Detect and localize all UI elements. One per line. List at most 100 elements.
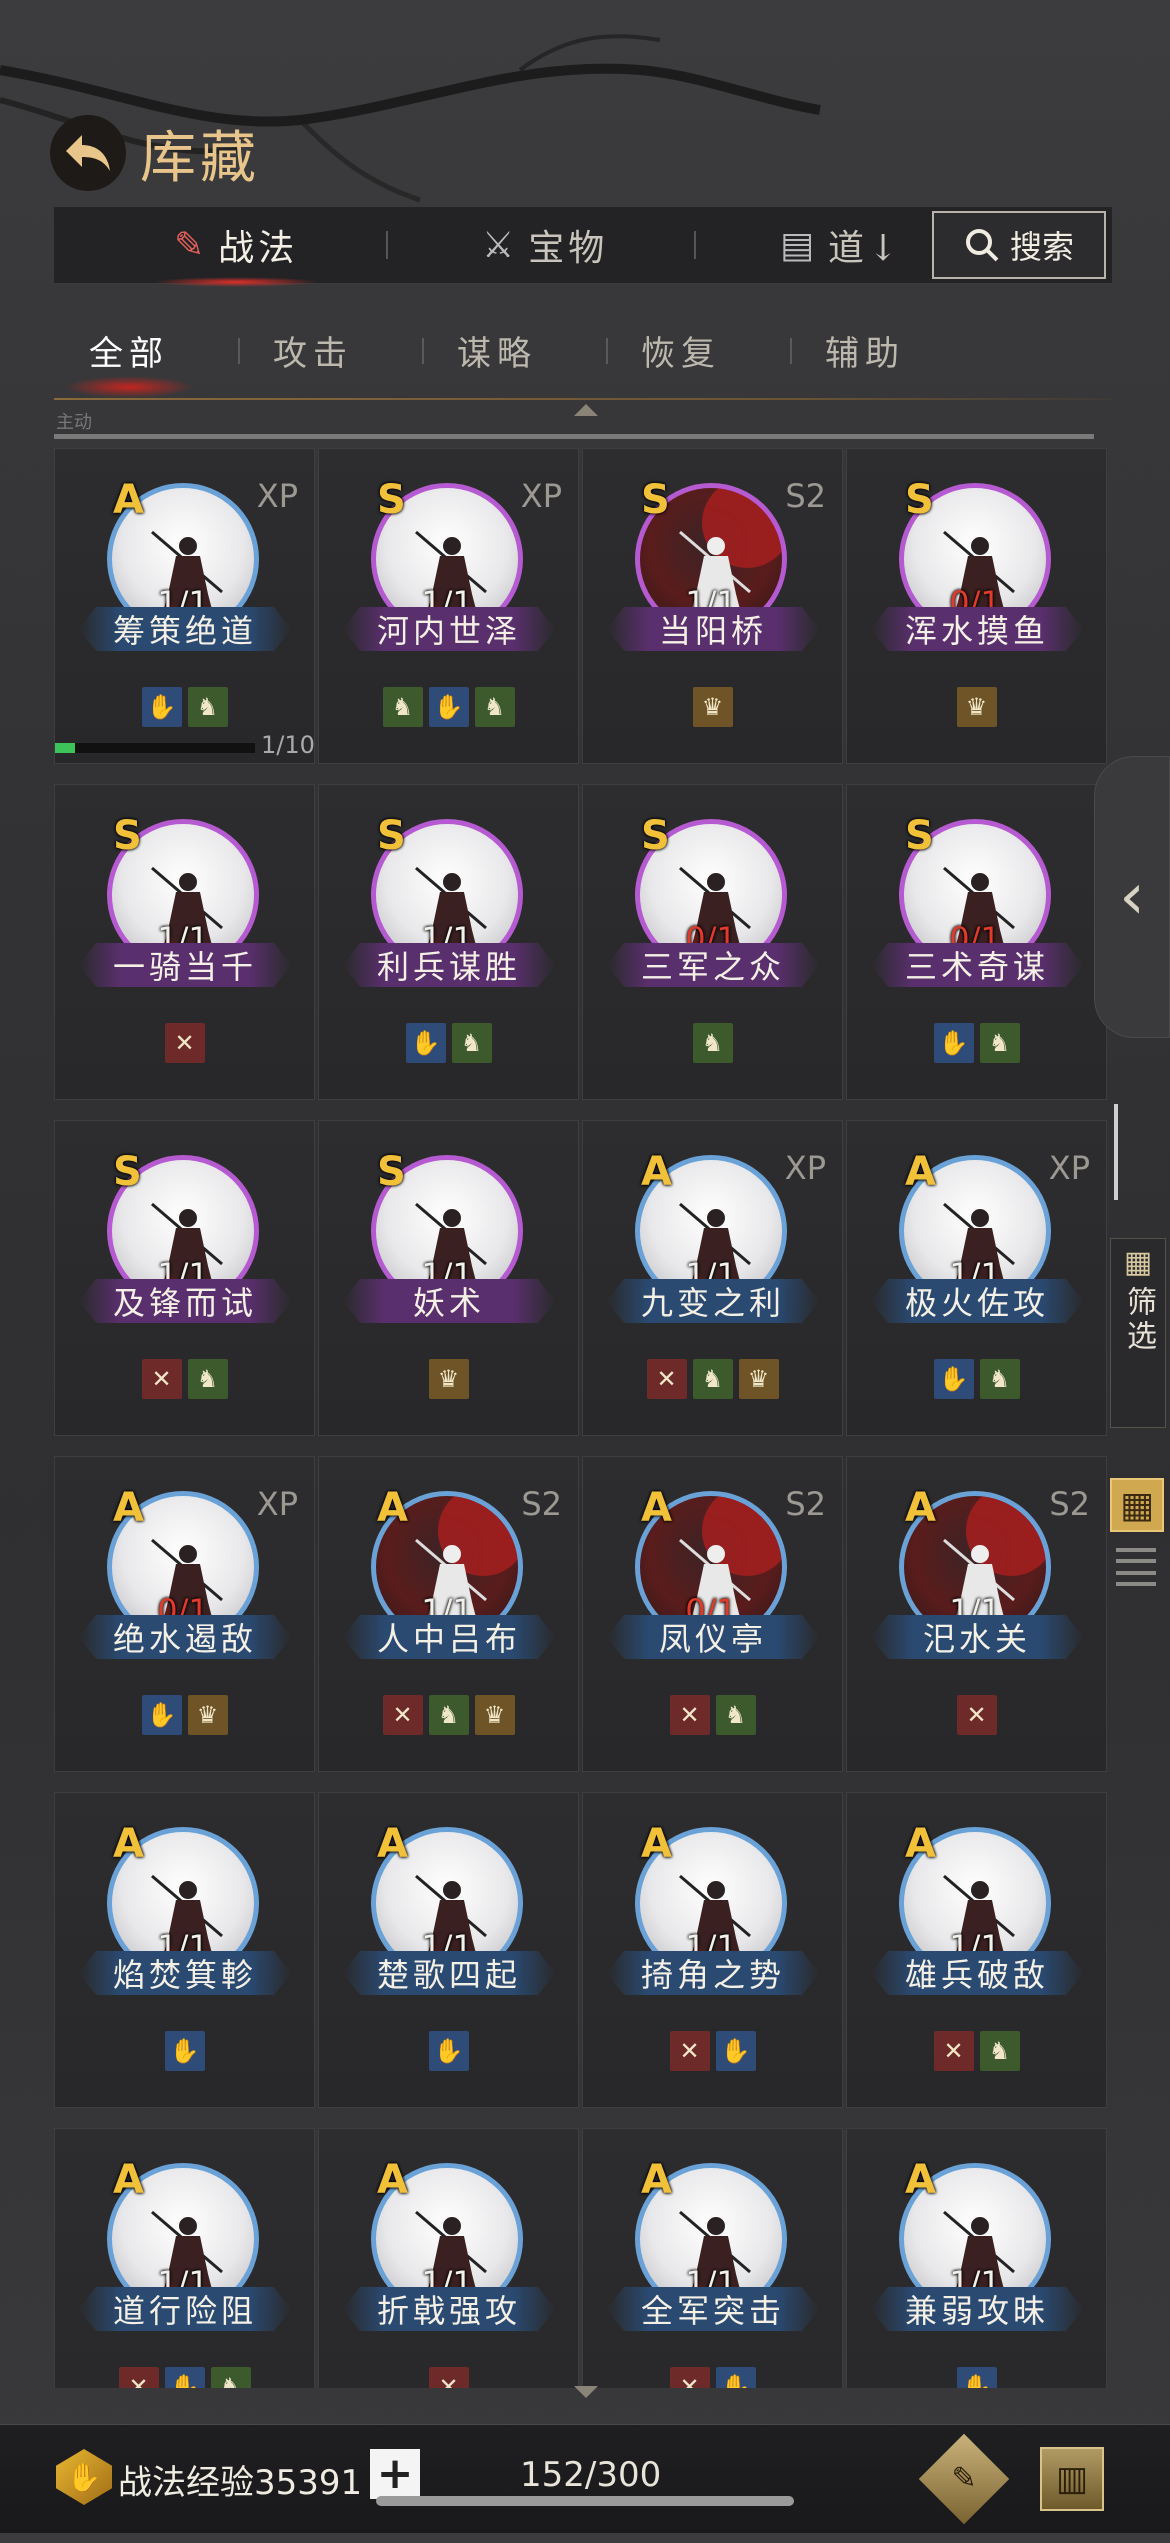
skill-card[interactable]: 0/1 S 三军之众 ♞ — [582, 784, 843, 1100]
subtab-support[interactable]: 辅助 — [790, 310, 940, 390]
skill-card[interactable]: 1/1 A S2 汜水关 ✕ — [846, 1456, 1107, 1772]
list-line — [1116, 1559, 1156, 1564]
grade-badge: S — [641, 477, 670, 523]
skill-name: 九变之利 — [607, 1279, 819, 1323]
strategy-type-icon: ✋ — [141, 687, 182, 727]
grid-view-button[interactable]: ▦ — [1110, 1478, 1164, 1532]
skill-card[interactable]: 1/1 A 兼弱攻昧 ✋ — [846, 2128, 1107, 2388]
skill-card[interactable]: 1/1 A 焰焚箕軫 ✋ — [54, 1792, 315, 2108]
tab-treasures[interactable]: ⚔ 宝物 — [482, 207, 608, 283]
attack-type-icon: ✕ — [669, 2367, 710, 2388]
grid-view-icon: ▦ — [1119, 1484, 1154, 1526]
tab-skills[interactable]: ✎ 战法 — [153, 207, 319, 287]
skill-name: 三军之众 — [607, 943, 819, 987]
troop-type-icon: ♞ — [715, 1695, 756, 1735]
skill-card[interactable]: 1/1 S S2 当阳桥 ♛ — [582, 448, 843, 764]
attack-type-icon: ✕ — [956, 1695, 997, 1735]
skill-card[interactable]: 0/1 S 三术奇谋 ✋ ♞ — [846, 784, 1107, 1100]
skill-card[interactable]: 1/1 A 掎角之势 ✕ ✋ — [582, 1792, 843, 2108]
grade-badge: A — [905, 1485, 936, 1531]
strategy-type-icon: ✋ — [164, 2367, 205, 2388]
skill-card[interactable]: 1/1 A XP 极火佐攻 ✋ ♞ — [846, 1120, 1107, 1436]
skill-name: 掎角之势 — [607, 1951, 819, 1995]
skill-card[interactable]: 0/1 A XP 绝水遏敌 ✋ ♛ — [54, 1456, 315, 1772]
grade-badge: A — [113, 1821, 144, 1867]
strategy-type-icon: ✋ — [956, 2367, 997, 2388]
skill-grid[interactable]: 1/1 A XP 筹策绝道 ✋ ♞ 1/10 1/1 S XP 河内世泽 ♞ ✋ ♞ 1/1 S S2 当阳桥 ♛ 0… — [54, 448, 1110, 2388]
scroll-indicator[interactable] — [1114, 1104, 1118, 1200]
tab-items[interactable]: ▤ 道↓ — [780, 207, 902, 283]
skill-tag: XP — [256, 1485, 298, 1523]
skill-row: 1/1 A XP 筹策绝道 ✋ ♞ 1/10 1/1 S XP 河内世泽 ♞ ✋ ♞ 1/1 S S2 当阳桥 ♛ 0… — [54, 448, 1110, 764]
skill-card[interactable]: 1/1 S 利兵谋胜 ✋ ♞ — [318, 784, 579, 1100]
skill-name: 极火佐攻 — [871, 1279, 1083, 1323]
subtab-recovery[interactable]: 恢复 — [606, 310, 756, 390]
skill-row: 1/1 A 道行险阻 ✕ ✋ ♞ 1/1 A 折戟强攻 ✕ 1/1 A 全军突击 ✕ ✋ 1/1 A 兼弱攻昧 ✋ — [54, 2128, 1110, 2388]
skill-card[interactable]: 0/1 S 浑水摸鱼 ♛ — [846, 448, 1107, 764]
storage-icon: ▥ — [1055, 2459, 1089, 2499]
tab-underline — [54, 398, 1112, 400]
side-expand-tab[interactable]: ‹ — [1094, 756, 1170, 1038]
add-exp-button[interactable]: + — [370, 2449, 420, 2499]
exchange-button[interactable]: ✎ — [918, 2433, 1010, 2525]
grade-badge: S — [377, 477, 406, 523]
skill-card[interactable]: 1/1 A 楚歌四起 ✋ — [318, 1792, 579, 2108]
type-icons: ♛ — [583, 687, 842, 727]
skill-card[interactable]: 1/1 A 全军突击 ✕ ✋ — [582, 2128, 843, 2388]
command-type-icon: ♛ — [428, 1359, 469, 1399]
skill-tag: S2 — [1049, 1485, 1090, 1523]
command-type-icon: ♛ — [187, 1695, 228, 1735]
skill-card[interactable]: 1/1 A 雄兵破敌 ✕ ♞ — [846, 1792, 1107, 2108]
storage-button[interactable]: ▥ — [1040, 2447, 1104, 2511]
skill-name: 当阳桥 — [607, 607, 819, 651]
grade-badge: A — [905, 2157, 936, 2203]
subtab-strategy[interactable]: 谋略 — [422, 310, 572, 390]
skill-card[interactable]: 1/1 S 妖术 ♛ — [318, 1120, 579, 1436]
list-line — [1116, 1570, 1156, 1575]
troop-type-icon: ♞ — [187, 687, 228, 727]
category-tab-bar: 全部 攻击 谋略 恢复 辅助 — [54, 310, 1112, 398]
troop-type-icon: ♞ — [979, 2031, 1020, 2071]
back-button[interactable] — [50, 115, 126, 191]
attack-type-icon: ✕ — [141, 1359, 182, 1399]
skill-card[interactable]: 1/1 A S2 人中吕布 ✕ ♞ ♛ — [318, 1456, 579, 1772]
grade-badge: A — [641, 1821, 672, 1867]
attack-type-icon: ✕ — [669, 2031, 710, 2071]
skill-tag: XP — [256, 477, 298, 515]
attack-type-icon: ✕ — [669, 1695, 710, 1735]
tab-divider — [386, 231, 388, 259]
skill-card[interactable]: 1/1 S XP 河内世泽 ♞ ✋ ♞ — [318, 448, 579, 764]
skill-exp-label: 战法经验35391 — [118, 2463, 363, 2503]
top-tab-bar: ✎ 战法 ⚔ 宝物 ▤ 道↓ 搜索 — [54, 206, 1112, 287]
skill-name: 雄兵破敌 — [871, 1951, 1083, 1995]
partial-row: 主动 — [54, 412, 1094, 439]
skill-card[interactable]: 1/1 A 道行险阻 ✕ ✋ ♞ — [54, 2128, 315, 2388]
grade-badge: A — [905, 1149, 936, 1195]
grade-badge: S — [905, 477, 934, 523]
skill-card[interactable]: 1/1 A 折戟强攻 ✕ — [318, 2128, 579, 2388]
item-icon: ▤ — [780, 224, 819, 266]
type-icons: ✕ ♞ — [583, 1695, 842, 1735]
subtab-all[interactable]: 全部 — [54, 310, 204, 398]
list-view-button[interactable] — [1116, 1548, 1156, 1586]
skill-tag: S2 — [521, 1485, 562, 1523]
type-icons: ✋ ♛ — [55, 1695, 314, 1735]
type-icons: ✋ ♞ — [319, 1023, 578, 1063]
troop-type-icon: ♞ — [187, 1359, 228, 1399]
skill-card[interactable]: 1/1 A XP 筹策绝道 ✋ ♞ 1/10 — [54, 448, 315, 764]
filter-button[interactable]: ▦ 筛选 — [1110, 1238, 1166, 1428]
search-button[interactable]: 搜索 — [932, 211, 1106, 279]
grade-badge: A — [113, 1485, 144, 1531]
attack-type-icon: ✕ — [933, 2031, 974, 2071]
skill-card[interactable]: 0/1 A S2 凤仪亭 ✕ ♞ — [582, 1456, 843, 1772]
command-type-icon: ♛ — [474, 1695, 515, 1735]
subtab-attack[interactable]: 攻击 — [238, 310, 388, 390]
back-arrow-icon — [66, 135, 110, 171]
skill-card[interactable]: 1/1 S 及锋而试 ✕ ♞ — [54, 1120, 315, 1436]
grade-badge: A — [113, 2157, 144, 2203]
exp-progress-bar — [55, 743, 255, 753]
skill-card[interactable]: 1/1 A XP 九变之利 ✕ ♞ ♛ — [582, 1120, 843, 1436]
type-icons: ✋ — [319, 2031, 578, 2071]
grade-badge: S — [113, 813, 142, 859]
skill-card[interactable]: 1/1 S 一骑当千 ✕ — [54, 784, 315, 1100]
